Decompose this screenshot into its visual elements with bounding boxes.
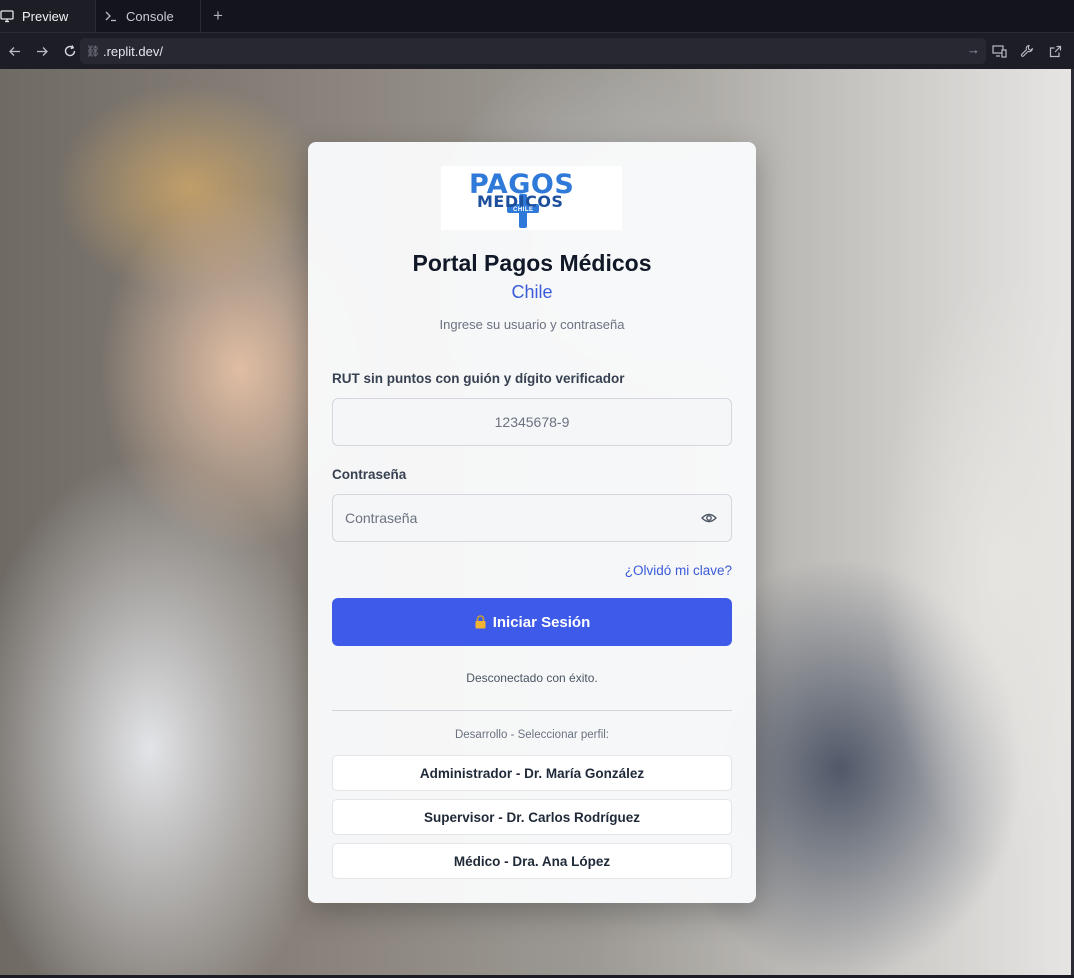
password-label: Contraseña (332, 467, 407, 482)
wrench-icon (1020, 44, 1033, 57)
brand-logo: PAGOS MEDICOS CHILE (441, 166, 622, 230)
status-message: Desconectado con éxito. (466, 671, 598, 685)
arrow-left-icon (8, 46, 20, 56)
rut-placeholder: 12345678-9 (494, 414, 570, 430)
profile-button-admin[interactable]: Administrador - Dr. María González (332, 755, 732, 791)
new-tab-button[interactable]: + (201, 0, 235, 32)
reload-icon (64, 45, 76, 57)
login-button[interactable]: Iniciar Sesión (332, 598, 732, 646)
lock-icon (474, 615, 487, 629)
tab-bar: Preview Console + (0, 0, 1074, 33)
forward-button[interactable] (28, 37, 56, 65)
login-card: PAGOS MEDICOS CHILE Portal Pagos Médicos… (308, 142, 756, 903)
dev-profile-label: Desarrollo - Seleccionar perfil: (454, 729, 610, 741)
logo-text-sub: CHILE (513, 207, 534, 213)
eye-icon[interactable] (701, 511, 717, 523)
external-link-icon (1049, 45, 1061, 57)
divider (332, 710, 732, 711)
login-button-label: Iniciar Sesión (492, 613, 591, 631)
back-button[interactable] (0, 37, 28, 65)
url-field[interactable]: ⛓ .replit.dev/ → (80, 38, 986, 64)
password-input[interactable]: Contraseña (332, 494, 732, 542)
link-icon: ⛓ (86, 45, 100, 58)
arrow-right-icon (36, 46, 48, 56)
open-external-button[interactable] (1044, 37, 1066, 65)
devices-icon (991, 44, 1007, 58)
page-title: Portal Pagos Médicos (412, 250, 652, 276)
url-text: .replit.dev/ (102, 43, 163, 59)
monitor-icon (0, 9, 14, 23)
terminal-icon (104, 9, 118, 23)
login-hint: Ingrese su usuario y contraseña (439, 317, 625, 332)
devtools-button[interactable] (1016, 37, 1038, 65)
plus-icon: + (213, 6, 223, 25)
forgot-password-link[interactable]: ¿Olvidó mi clave? (625, 563, 732, 578)
go-arrow-icon[interactable]: → (967, 42, 980, 57)
tab-preview[interactable]: Preview (0, 0, 96, 32)
profile-button-medico[interactable]: Médico - Dra. Ana López (332, 843, 732, 879)
tab-console-label: Console (126, 8, 174, 24)
devices-button[interactable] (988, 37, 1010, 65)
password-placeholder: Contraseña (345, 510, 418, 526)
rut-input[interactable]: 12345678-9 (332, 398, 732, 446)
tab-console[interactable]: Console (96, 0, 201, 32)
tab-preview-label: Preview (22, 8, 69, 24)
page-subtitle: Chile (511, 282, 553, 302)
address-bar: ⛓ .replit.dev/ → (0, 33, 1074, 69)
rut-label: RUT sin puntos con guión y dígito verifi… (332, 371, 625, 386)
profile-button-supervisor[interactable]: Supervisor - Dr. Carlos Rodríguez (332, 799, 732, 835)
